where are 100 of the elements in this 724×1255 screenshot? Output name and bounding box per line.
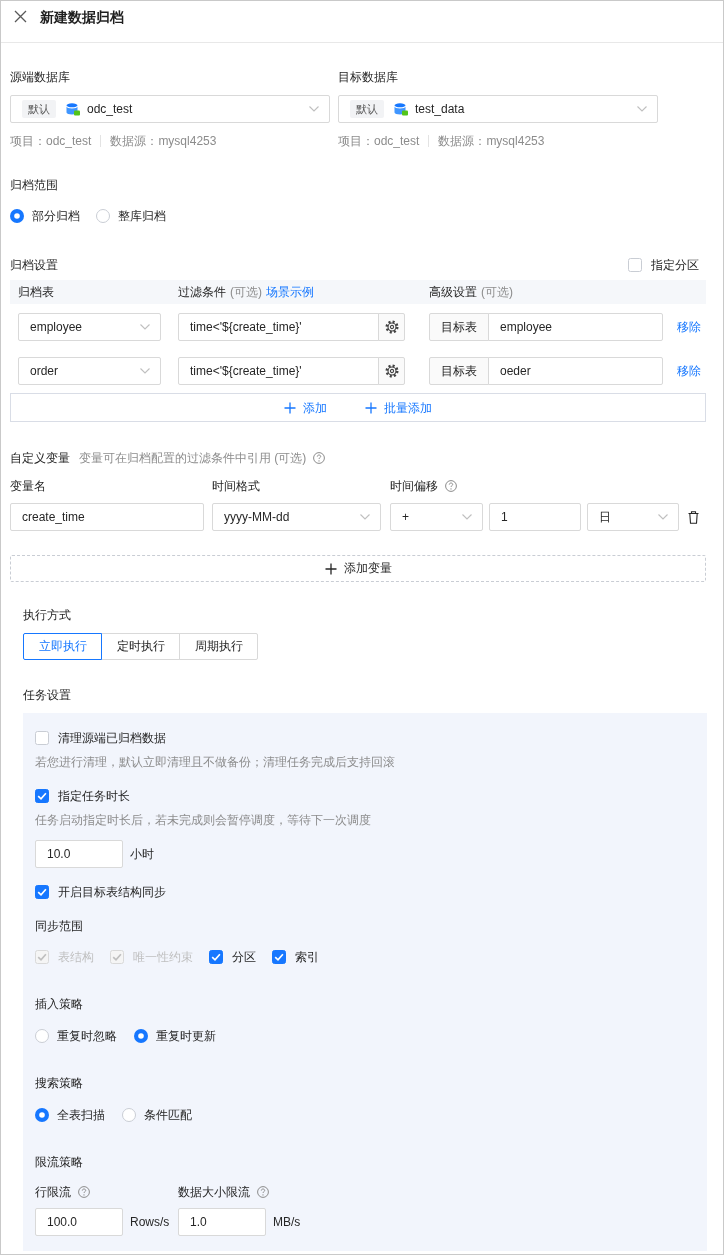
field-label: 归档范围 <box>10 177 59 194</box>
column-header: 归档表 <box>18 284 54 301</box>
add-variable-button[interactable]: 添加变量 <box>10 555 706 582</box>
checkbox[interactable] <box>35 885 49 899</box>
field-label: 执行方式 <box>23 607 72 624</box>
target-table-addon: 目标表 <box>429 357 489 385</box>
offset-unit-select[interactable]: 日 <box>587 503 679 531</box>
radio-label[interactable]: 重复时忽略 <box>57 1026 117 1046</box>
field-label: 行限流 <box>35 1184 71 1201</box>
chevron-down-icon <box>360 514 370 520</box>
database-icon <box>66 102 80 116</box>
radio-button[interactable] <box>96 209 110 223</box>
remove-link[interactable]: 移除 <box>677 361 701 381</box>
column-header: 高级设置 <box>429 284 477 301</box>
chevron-down-icon <box>658 514 668 520</box>
radio-button[interactable] <box>122 1108 136 1122</box>
radio-label[interactable]: 部分归档 <box>32 206 80 226</box>
field-label: 源端数据库 <box>10 69 71 86</box>
remove-link[interactable]: 移除 <box>677 317 701 337</box>
database-select[interactable]: 默认 odc_test <box>10 95 330 123</box>
radio-label[interactable]: 条件匹配 <box>144 1105 192 1125</box>
meta-info: 数据源：mysql4253 <box>110 133 217 150</box>
field-label: 任务设置 <box>23 687 72 704</box>
default-tag: 默认 <box>350 100 384 118</box>
checkbox[interactable] <box>209 950 223 964</box>
field-label: 归档设置 <box>10 257 58 274</box>
execution-mode-tab[interactable]: 周期执行 <box>179 633 258 660</box>
checkbox[interactable] <box>272 950 286 964</box>
drawer-title: 新建数据归档 <box>40 8 124 27</box>
checkbox[interactable] <box>628 258 642 272</box>
column-label: 变量名 <box>10 478 46 495</box>
plus-icon <box>365 401 377 414</box>
column-label: 时间偏移 <box>390 478 438 495</box>
gear-icon <box>384 364 399 378</box>
meta-info: 项目：odc_test <box>338 133 420 150</box>
checkbox[interactable] <box>35 789 49 803</box>
field-label: 自定义变量 <box>10 450 70 467</box>
filter-input[interactable]: time<'${create_time}' <box>178 357 379 385</box>
checkbox-label[interactable]: 开启目标表结构同步 <box>58 882 166 902</box>
chevron-down-icon <box>309 106 319 112</box>
close-icon[interactable] <box>14 10 27 23</box>
time-format-select[interactable]: yyyy-MM-dd <box>212 503 381 531</box>
hint-text: 若您进行清理，默认立即清理且不做备份；清理任务完成后支持回滚 <box>35 754 396 771</box>
rate-limit-input[interactable]: 100.0 <box>35 1208 123 1236</box>
target-table-input[interactable]: oeder <box>488 357 663 385</box>
execution-mode-tab[interactable]: 立即执行 <box>23 633 102 660</box>
filter-settings-button[interactable] <box>378 357 405 385</box>
column-header: 过滤条件 <box>178 284 226 301</box>
radio-label[interactable]: 全表扫描 <box>57 1105 105 1125</box>
add-button[interactable]: 添加 <box>284 397 327 418</box>
radio-button[interactable] <box>35 1108 49 1122</box>
checkbox-label[interactable]: 指定任务时长 <box>58 786 130 806</box>
offset-amount-input[interactable]: 1 <box>489 503 581 531</box>
execution-mode-tab[interactable]: 定时执行 <box>101 633 180 660</box>
database-select[interactable]: 默认 test_data <box>338 95 658 123</box>
duration-input[interactable]: 10.0 <box>35 840 123 868</box>
help-icon[interactable] <box>257 1186 269 1198</box>
help-icon[interactable] <box>313 452 326 464</box>
table-select[interactable]: order <box>18 357 161 385</box>
field-label: 限流策略 <box>35 1154 84 1171</box>
help-icon[interactable] <box>445 480 457 492</box>
default-tag: 默认 <box>22 100 56 118</box>
unit-label: Rows/s <box>130 1214 170 1231</box>
checkbox[interactable] <box>35 731 49 745</box>
field-label: 数据大小限流 <box>178 1184 250 1201</box>
trash-icon[interactable] <box>688 510 699 524</box>
radio-label[interactable]: 重复时更新 <box>156 1026 216 1046</box>
meta-info: 数据源：mysql4253 <box>438 133 545 150</box>
add-button[interactable]: 批量添加 <box>365 397 432 418</box>
field-label: 目标数据库 <box>338 69 399 86</box>
radio-button[interactable] <box>35 1029 49 1043</box>
table-select[interactable]: employee <box>18 313 161 341</box>
radio-button[interactable] <box>134 1029 148 1043</box>
chevron-down-icon <box>140 368 150 374</box>
chevron-down-icon <box>462 514 472 520</box>
examples-link[interactable]: 场景示例 <box>266 282 314 302</box>
variable-name-input[interactable]: create_time <box>10 503 204 531</box>
target-table-input[interactable]: employee <box>488 313 663 341</box>
hint-text: 任务启动指定时长后，若未完成则会暂停调度，等待下一次调度 <box>35 812 372 829</box>
checkbox-label[interactable]: 索引 <box>295 947 319 967</box>
filter-input[interactable]: time<'${create_time}' <box>178 313 379 341</box>
optional-hint: (可选) <box>230 284 262 301</box>
field-label: 搜索策略 <box>35 1075 84 1092</box>
gear-icon <box>384 320 399 334</box>
help-icon[interactable] <box>78 1186 90 1198</box>
radio-button[interactable] <box>10 209 24 223</box>
plus-icon <box>284 401 296 414</box>
checkbox-label: 表结构 <box>58 949 94 966</box>
checkbox-label[interactable]: 分区 <box>232 947 256 967</box>
rate-limit-input[interactable]: 1.0 <box>178 1208 266 1236</box>
checkbox-label[interactable]: 清理源端已归档数据 <box>58 728 166 748</box>
field-label: 同步范围 <box>35 918 84 935</box>
target-table-addon: 目标表 <box>429 313 489 341</box>
radio-label[interactable]: 整库归档 <box>118 206 166 226</box>
checkbox-label[interactable]: 指定分区 <box>651 255 699 275</box>
offset-sign-select[interactable]: + <box>390 503 483 531</box>
field-label: 插入策略 <box>35 996 84 1013</box>
filter-settings-button[interactable] <box>378 313 405 341</box>
column-label: 时间格式 <box>212 478 260 495</box>
chevron-down-icon <box>140 324 150 330</box>
